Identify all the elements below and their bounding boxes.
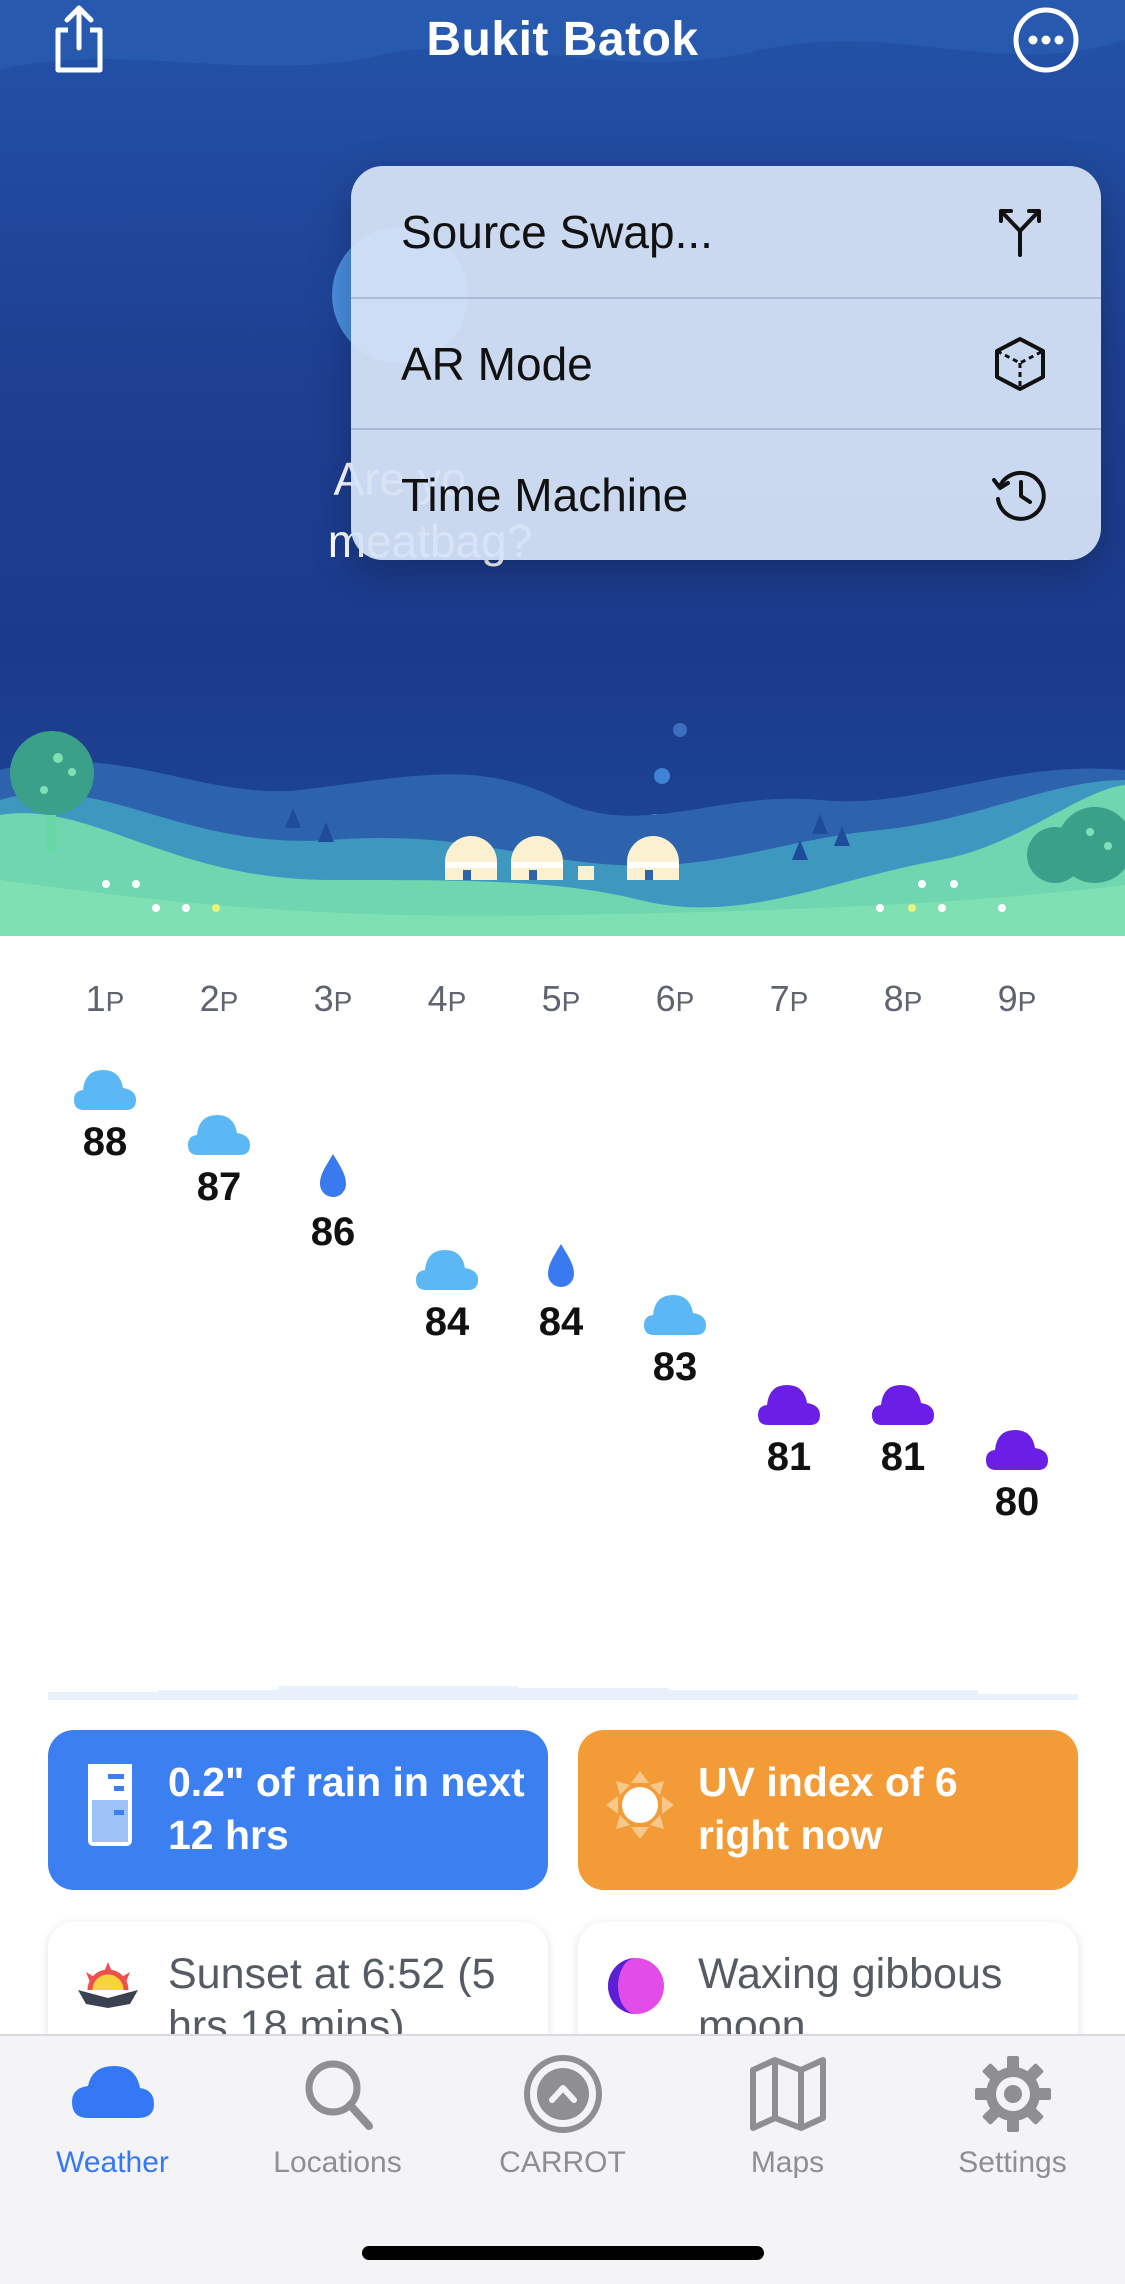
- hour-label: 2P: [162, 978, 276, 1020]
- rain-gauge-icon: [88, 1764, 132, 1846]
- carrot-logo-icon: [523, 2055, 602, 2133]
- hour-suffix: P: [447, 986, 467, 1017]
- hour-number: 5: [541, 978, 562, 1019]
- hour-temperature: 81: [766, 1435, 812, 1479]
- hour-suffix: P: [561, 986, 581, 1017]
- menu-item-label: AR Mode: [401, 337, 593, 390]
- map-icon: [749, 2057, 826, 2131]
- tab-label: Maps: [750, 2146, 825, 2179]
- hour-temperature: 84: [538, 1300, 584, 1344]
- hourly-temperature-plot[interactable]: 88 87 86 84 84 83 81 81 80: [0, 1040, 1125, 1620]
- hour-temperature: 84: [424, 1300, 470, 1344]
- hour-label: 3P: [276, 978, 390, 1020]
- menu-item-ar-mode[interactable]: AR Mode: [351, 297, 1101, 428]
- hour-number: 2: [199, 978, 220, 1019]
- rain-summary-text: 0.2" of rain in next 12 hrs: [168, 1759, 525, 1858]
- hour-label: 4P: [390, 978, 504, 1020]
- share-button[interactable]: [40, 0, 118, 80]
- cloud-icon: [74, 1070, 136, 1110]
- precipitation-baseline: [48, 1686, 1078, 1700]
- branch-icon: [999, 208, 1041, 257]
- tab-maps[interactable]: Maps: [675, 2052, 900, 2202]
- menu-item-source-swap[interactable]: Source Swap...: [351, 166, 1101, 297]
- more-options-button[interactable]: [1010, 4, 1082, 76]
- moon-icon: [608, 1958, 664, 2014]
- hour-label: 6P: [618, 978, 732, 1020]
- hour-label: 1P: [48, 978, 162, 1020]
- cloud-icon: [416, 1250, 478, 1290]
- hour-temperature: 87: [196, 1165, 242, 1209]
- tab-settings[interactable]: Settings: [900, 2052, 1125, 2202]
- hour-number: 6: [655, 978, 676, 1019]
- hour-temperature: 88: [82, 1120, 128, 1164]
- hour-label: 5P: [504, 978, 618, 1020]
- tab-label: Locations: [273, 2146, 402, 2179]
- hour-label: 8P: [846, 978, 960, 1020]
- uv-index-card[interactable]: UV index of 6 right now: [578, 1730, 1078, 1890]
- history-clock-icon: [992, 470, 1046, 521]
- sun-icon: [606, 1771, 674, 1839]
- hour-number: 7: [769, 978, 790, 1019]
- cloud-icon: [71, 2066, 154, 2118]
- night-cloud-icon: [872, 1385, 934, 1425]
- share-icon: [55, 5, 103, 73]
- hour-number: 4: [427, 978, 448, 1019]
- rain-summary-card[interactable]: 0.2" of rain in next 12 hrs: [48, 1730, 548, 1890]
- cube-icon: [995, 336, 1045, 391]
- hour-label: 7P: [732, 978, 846, 1020]
- tab-label: Weather: [56, 2146, 169, 2179]
- home-indicator: [362, 2246, 764, 2260]
- ellipsis-circle-icon: [1013, 7, 1079, 73]
- hour-suffix: P: [1017, 986, 1037, 1017]
- tab-weather[interactable]: Weather: [0, 2052, 225, 2202]
- search-icon: [305, 2060, 373, 2130]
- cloud-icon: [644, 1295, 706, 1335]
- hour-number: 9: [997, 978, 1018, 1019]
- hour-suffix: P: [105, 986, 125, 1017]
- night-cloud-icon: [986, 1430, 1048, 1470]
- night-cloud-icon: [758, 1385, 820, 1425]
- hourly-times-row: 1P 2P 3P 4P 5P 6P 7P 8P 9P: [48, 978, 1078, 1028]
- cloud-icon: [188, 1115, 250, 1155]
- hour-label: 9P: [960, 978, 1074, 1020]
- tab-label: CARROT: [499, 2146, 626, 2179]
- hour-suffix: P: [219, 986, 239, 1017]
- rain-drop-icon: [320, 1154, 346, 1197]
- sunset-icon: [78, 1962, 138, 2008]
- rain-drop-icon: [548, 1244, 574, 1287]
- hour-suffix: P: [675, 986, 695, 1017]
- hour-number: 1: [85, 978, 106, 1019]
- menu-item-label: Source Swap...: [401, 205, 713, 258]
- menu-item-label: Time Machine: [401, 468, 689, 521]
- uv-index-text: UV index of 6 right now: [698, 1759, 958, 1858]
- hour-number: 8: [883, 978, 904, 1019]
- menu-item-time-machine[interactable]: Time Machine: [351, 428, 1101, 559]
- hour-temperature: 86: [310, 1210, 356, 1254]
- hour-suffix: P: [903, 986, 923, 1017]
- hour-temperature: 83: [652, 1345, 698, 1389]
- tab-label: Settings: [958, 2146, 1067, 2179]
- location-title: Bukit Batok: [426, 13, 699, 66]
- tab-carrot[interactable]: CARROT: [450, 2052, 675, 2202]
- options-menu: Source Swap... AR Mode Time Machine: [351, 166, 1101, 560]
- hour-suffix: P: [789, 986, 809, 1017]
- hour-temperature: 81: [880, 1435, 926, 1479]
- hour-temperature: 80: [994, 1480, 1040, 1524]
- gear-icon: [974, 2056, 1051, 2132]
- hour-number: 3: [313, 978, 334, 1019]
- hour-suffix: P: [333, 986, 353, 1017]
- tab-locations[interactable]: Locations: [225, 2052, 450, 2202]
